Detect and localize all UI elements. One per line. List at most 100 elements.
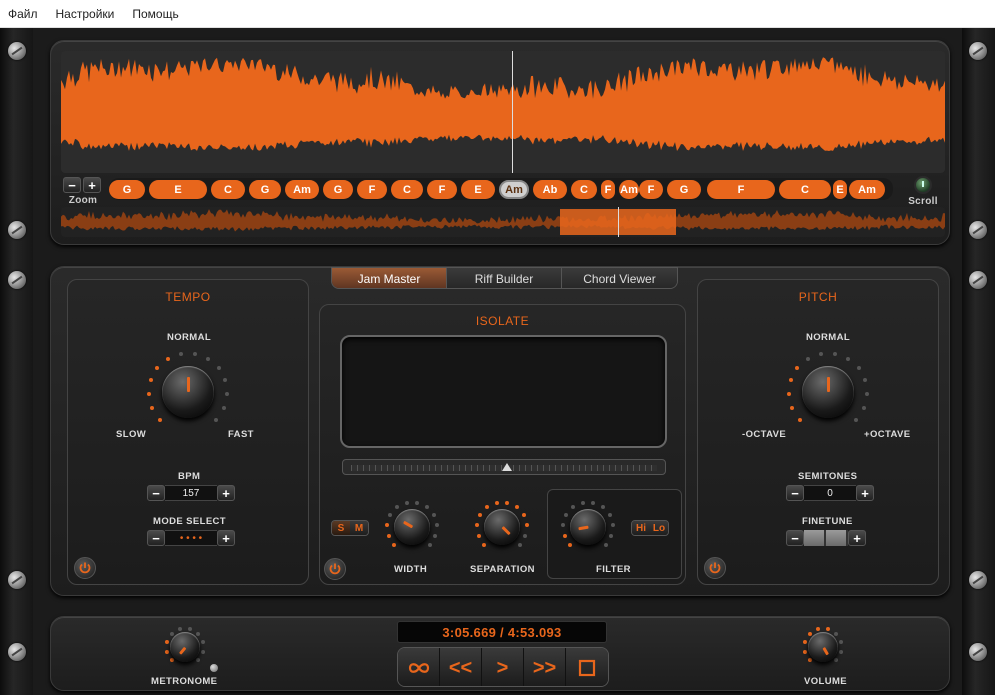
- bpm-increase-button[interactable]: +: [217, 485, 235, 501]
- knob-tick: [805, 356, 810, 361]
- right-rail: [962, 28, 995, 695]
- finetune-decrease-button[interactable]: −: [786, 530, 804, 546]
- knob-tick: [385, 523, 390, 528]
- bpm-stepper: − 157 +: [147, 485, 235, 501]
- lo-button[interactable]: Lo: [650, 521, 668, 535]
- mute-button[interactable]: M: [350, 521, 368, 535]
- chord-pill[interactable]: Ab: [533, 180, 567, 199]
- semitones-decrease-button[interactable]: −: [786, 485, 804, 501]
- knob-indicator: [577, 525, 589, 531]
- knob-tick: [787, 392, 792, 397]
- chord-pill[interactable]: Am: [619, 180, 639, 199]
- fast-forward-button[interactable]: >>: [524, 648, 566, 686]
- chord-pill[interactable]: C: [779, 180, 831, 199]
- volume-knob[interactable]: [801, 625, 845, 669]
- chord-pill[interactable]: E: [833, 180, 847, 199]
- menu-settings[interactable]: Настройки: [56, 7, 123, 21]
- chord-pill[interactable]: Am: [499, 180, 529, 199]
- filter-knob[interactable]: [560, 499, 616, 555]
- zoom-in-button[interactable]: +: [83, 177, 101, 193]
- play-button[interactable]: >: [482, 648, 524, 686]
- power-icon: [329, 563, 341, 575]
- tempo-power-button[interactable]: [74, 557, 96, 579]
- metronome-knob[interactable]: [163, 625, 207, 669]
- chord-pill[interactable]: E: [149, 180, 207, 199]
- slider-thumb[interactable]: [502, 463, 512, 471]
- screw-icon: [8, 271, 26, 289]
- chord-pill[interactable]: F: [639, 180, 663, 199]
- knob-tick: [825, 626, 830, 631]
- tempo-slow-label: SLOW: [116, 429, 147, 440]
- knob-tick: [802, 640, 807, 645]
- tab-jam-master[interactable]: Jam Master: [332, 268, 447, 288]
- chord-pill[interactable]: G: [249, 180, 281, 199]
- screw-icon: [8, 571, 26, 589]
- knob-tick: [164, 640, 169, 645]
- waveform-overview[interactable]: [61, 207, 945, 237]
- knob-tick: [178, 626, 183, 631]
- chord-strip: G E C G Am G F C F E Am Ab C F Am F G F C E Am: [109, 178, 893, 200]
- tempo-knob[interactable]: [146, 350, 230, 434]
- isolate-display[interactable]: [340, 335, 667, 448]
- chord-pill[interactable]: F: [707, 180, 775, 199]
- knob-cap: [394, 509, 430, 545]
- knob-indicator: [186, 377, 190, 392]
- chord-pill[interactable]: Am: [285, 180, 319, 199]
- knob-tick: [600, 504, 605, 509]
- finetune-segment[interactable]: [804, 530, 826, 546]
- knob-tick: [223, 378, 228, 383]
- knob-tick: [404, 500, 409, 505]
- menu-help[interactable]: Помощь: [132, 7, 186, 21]
- mode-select-value[interactable]: • • • •: [165, 530, 217, 546]
- stop-button[interactable]: [566, 648, 608, 686]
- chord-pill[interactable]: G: [667, 180, 701, 199]
- playhead[interactable]: [512, 51, 513, 173]
- knob-tick: [206, 356, 211, 361]
- mode-prev-button[interactable]: −: [147, 530, 165, 546]
- tempo-title: TEMPO: [165, 290, 211, 304]
- chord-pill[interactable]: C: [211, 180, 245, 199]
- chord-pill[interactable]: G: [323, 180, 353, 199]
- chord-pill[interactable]: F: [601, 180, 615, 199]
- chord-pill[interactable]: E: [461, 180, 495, 199]
- finetune-segment[interactable]: [826, 530, 848, 546]
- separation-knob[interactable]: [474, 499, 530, 555]
- finetune-increase-button[interactable]: +: [848, 530, 866, 546]
- tab-chord-viewer[interactable]: Chord Viewer: [562, 268, 677, 288]
- knob-tick: [165, 356, 170, 361]
- solo-button[interactable]: S: [332, 521, 350, 535]
- pitch-knob[interactable]: [786, 350, 870, 434]
- knob-tick: [580, 500, 585, 505]
- chord-pill[interactable]: C: [571, 180, 597, 199]
- knob-indicator: [402, 520, 413, 529]
- mode-next-button[interactable]: +: [217, 530, 235, 546]
- isolate-power-button[interactable]: [324, 558, 346, 580]
- bpm-decrease-button[interactable]: −: [147, 485, 165, 501]
- knob-cap: [808, 632, 838, 662]
- semitones-increase-button[interactable]: +: [856, 485, 874, 501]
- scroll-toggle[interactable]: [914, 176, 932, 194]
- pitch-power-button[interactable]: [704, 557, 726, 579]
- chord-pill[interactable]: F: [357, 180, 387, 199]
- mode-select-stepper: − • • • • +: [147, 530, 235, 546]
- isolate-pan-slider[interactable]: [342, 459, 666, 475]
- chord-pill[interactable]: G: [109, 180, 145, 199]
- loop-button[interactable]: [398, 648, 440, 686]
- chord-pill[interactable]: F: [427, 180, 457, 199]
- tab-riff-builder[interactable]: Riff Builder: [447, 268, 562, 288]
- transport-panel: METRONOME 3:05.669 / 4:53.093 << > >> VO…: [50, 616, 950, 691]
- waveform-display[interactable]: [61, 51, 945, 173]
- hi-button[interactable]: Hi: [632, 521, 650, 535]
- menu-file[interactable]: Файл: [8, 7, 46, 21]
- chord-pill[interactable]: Am: [849, 180, 885, 199]
- knob-tick: [482, 542, 487, 547]
- rewind-button[interactable]: <<: [440, 648, 482, 686]
- bpm-value[interactable]: 157: [165, 485, 217, 501]
- screw-icon: [8, 643, 26, 661]
- zoom-out-button[interactable]: −: [63, 177, 81, 193]
- knob-tick: [818, 351, 823, 356]
- chord-pill[interactable]: C: [391, 180, 423, 199]
- semitones-value[interactable]: 0: [804, 485, 856, 501]
- knob-tick: [591, 500, 596, 505]
- width-knob[interactable]: [384, 499, 440, 555]
